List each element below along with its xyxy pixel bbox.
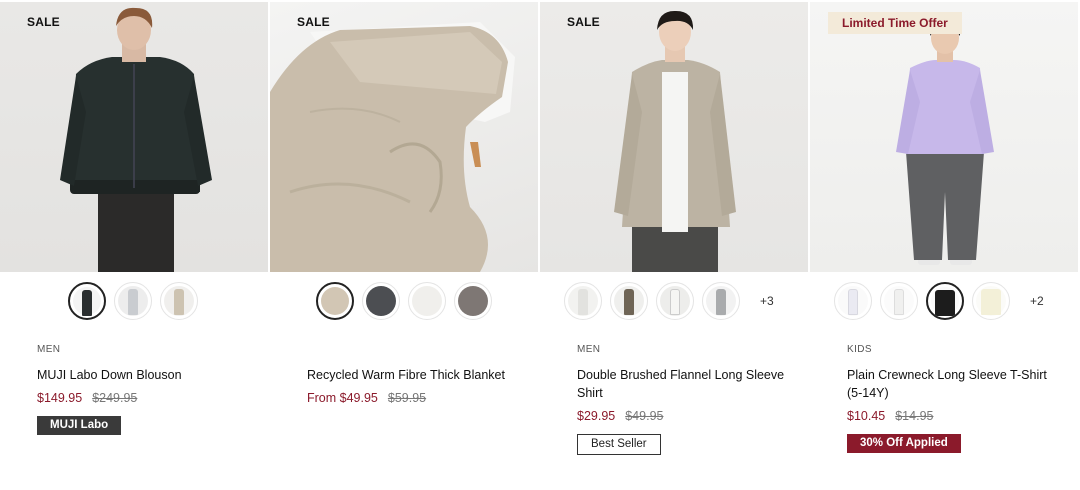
color-swatch[interactable] bbox=[408, 282, 446, 320]
color-swatch[interactable] bbox=[564, 282, 602, 320]
product-name[interactable]: Double Brushed Flannel Long Sleeve Shirt bbox=[577, 366, 787, 402]
price-row: $149.95 $249.95 bbox=[37, 391, 247, 405]
sale-tag: SALE bbox=[567, 15, 600, 29]
product-info: Recycled Warm Fibre Thick Blanket From $… bbox=[307, 344, 517, 405]
product-image[interactable]: Limited Time Offer bbox=[810, 2, 1078, 272]
blanket-on-bed-photo bbox=[270, 22, 515, 272]
man-bomber-jacket-photo bbox=[60, 7, 212, 272]
color-swatch[interactable] bbox=[114, 282, 152, 320]
product-image[interactable]: SALE bbox=[270, 2, 538, 272]
color-swatch[interactable] bbox=[362, 282, 400, 320]
product-info: KIDS Plain Crewneck Long Sleeve T-Shirt … bbox=[847, 344, 1057, 453]
sale-tag: SALE bbox=[27, 15, 60, 29]
color-swatch[interactable] bbox=[68, 282, 106, 320]
product-name[interactable]: Plain Crewneck Long Sleeve T-Shirt (5-14… bbox=[847, 366, 1057, 402]
more-colors-link[interactable]: +2 bbox=[1030, 294, 1044, 308]
sale-price: $29.95 bbox=[577, 409, 616, 423]
product-category: KIDS bbox=[847, 344, 872, 355]
sale-price: $149.95 bbox=[37, 391, 83, 405]
discount-badge: 30% Off Applied bbox=[847, 434, 961, 453]
product-badge: MUJI Labo bbox=[37, 416, 122, 435]
color-swatches: +3 bbox=[564, 281, 774, 321]
sale-price: From $49.95 bbox=[307, 391, 378, 405]
color-swatch[interactable] bbox=[972, 282, 1010, 320]
product-name[interactable]: Recycled Warm Fibre Thick Blanket bbox=[307, 366, 517, 384]
color-swatches bbox=[316, 281, 500, 321]
product-grid: SALE MEN MUJI Labo Down Blouson $149.95 $… bbox=[0, 0, 1080, 490]
color-swatch[interactable] bbox=[454, 282, 492, 320]
product-info: MEN MUJI Labo Down Blouson $149.95 $249.9… bbox=[37, 344, 247, 435]
color-swatch[interactable] bbox=[160, 282, 198, 320]
product-category: MEN bbox=[577, 344, 601, 355]
product-category: MEN bbox=[37, 344, 61, 355]
original-price: $14.95 bbox=[895, 409, 934, 423]
product-info: MEN Double Brushed Flannel Long Sleeve S… bbox=[577, 344, 787, 455]
best-seller-badge: Best Seller bbox=[577, 434, 661, 455]
product-card: SALE MEN MUJI Labo Down Blouson $149.95 $… bbox=[0, 0, 270, 490]
color-swatches bbox=[68, 281, 206, 321]
more-colors-link[interactable]: +3 bbox=[760, 294, 774, 308]
color-swatch[interactable] bbox=[926, 282, 964, 320]
child-lavender-tshirt-photo bbox=[896, 18, 994, 265]
sale-price: $10.45 bbox=[847, 409, 886, 423]
color-swatch[interactable] bbox=[316, 282, 354, 320]
price-row: $29.95 $49.95 bbox=[577, 409, 787, 423]
product-image[interactable]: SALE bbox=[540, 2, 808, 272]
product-card: SALE +3 MEN Double Brushed Flannel Long … bbox=[540, 0, 810, 490]
color-swatch[interactable] bbox=[656, 282, 694, 320]
original-price: $49.95 bbox=[625, 409, 664, 423]
color-swatch[interactable] bbox=[834, 282, 872, 320]
product-category bbox=[307, 344, 517, 357]
product-name[interactable]: MUJI Labo Down Blouson bbox=[37, 366, 247, 384]
price-row: $10.45 $14.95 bbox=[847, 409, 1057, 423]
color-swatch[interactable] bbox=[702, 282, 740, 320]
price-row: From $49.95 $59.95 bbox=[307, 391, 517, 405]
product-image[interactable]: SALE bbox=[0, 2, 268, 272]
color-swatch[interactable] bbox=[610, 282, 648, 320]
product-card: Limited Time Offer +2 KIDS Plain Crewnec… bbox=[810, 0, 1080, 490]
color-swatch[interactable] bbox=[880, 282, 918, 320]
color-swatches: +2 bbox=[834, 281, 1044, 321]
product-card: SALE Recycled Warm Fibre Thick Blanket F… bbox=[270, 0, 540, 490]
original-price: $59.95 bbox=[387, 391, 427, 405]
sale-tag: SALE bbox=[297, 15, 330, 29]
limited-offer-tag: Limited Time Offer bbox=[828, 12, 962, 34]
original-price: $249.95 bbox=[92, 391, 138, 405]
man-flannel-shirt-photo bbox=[614, 10, 736, 272]
